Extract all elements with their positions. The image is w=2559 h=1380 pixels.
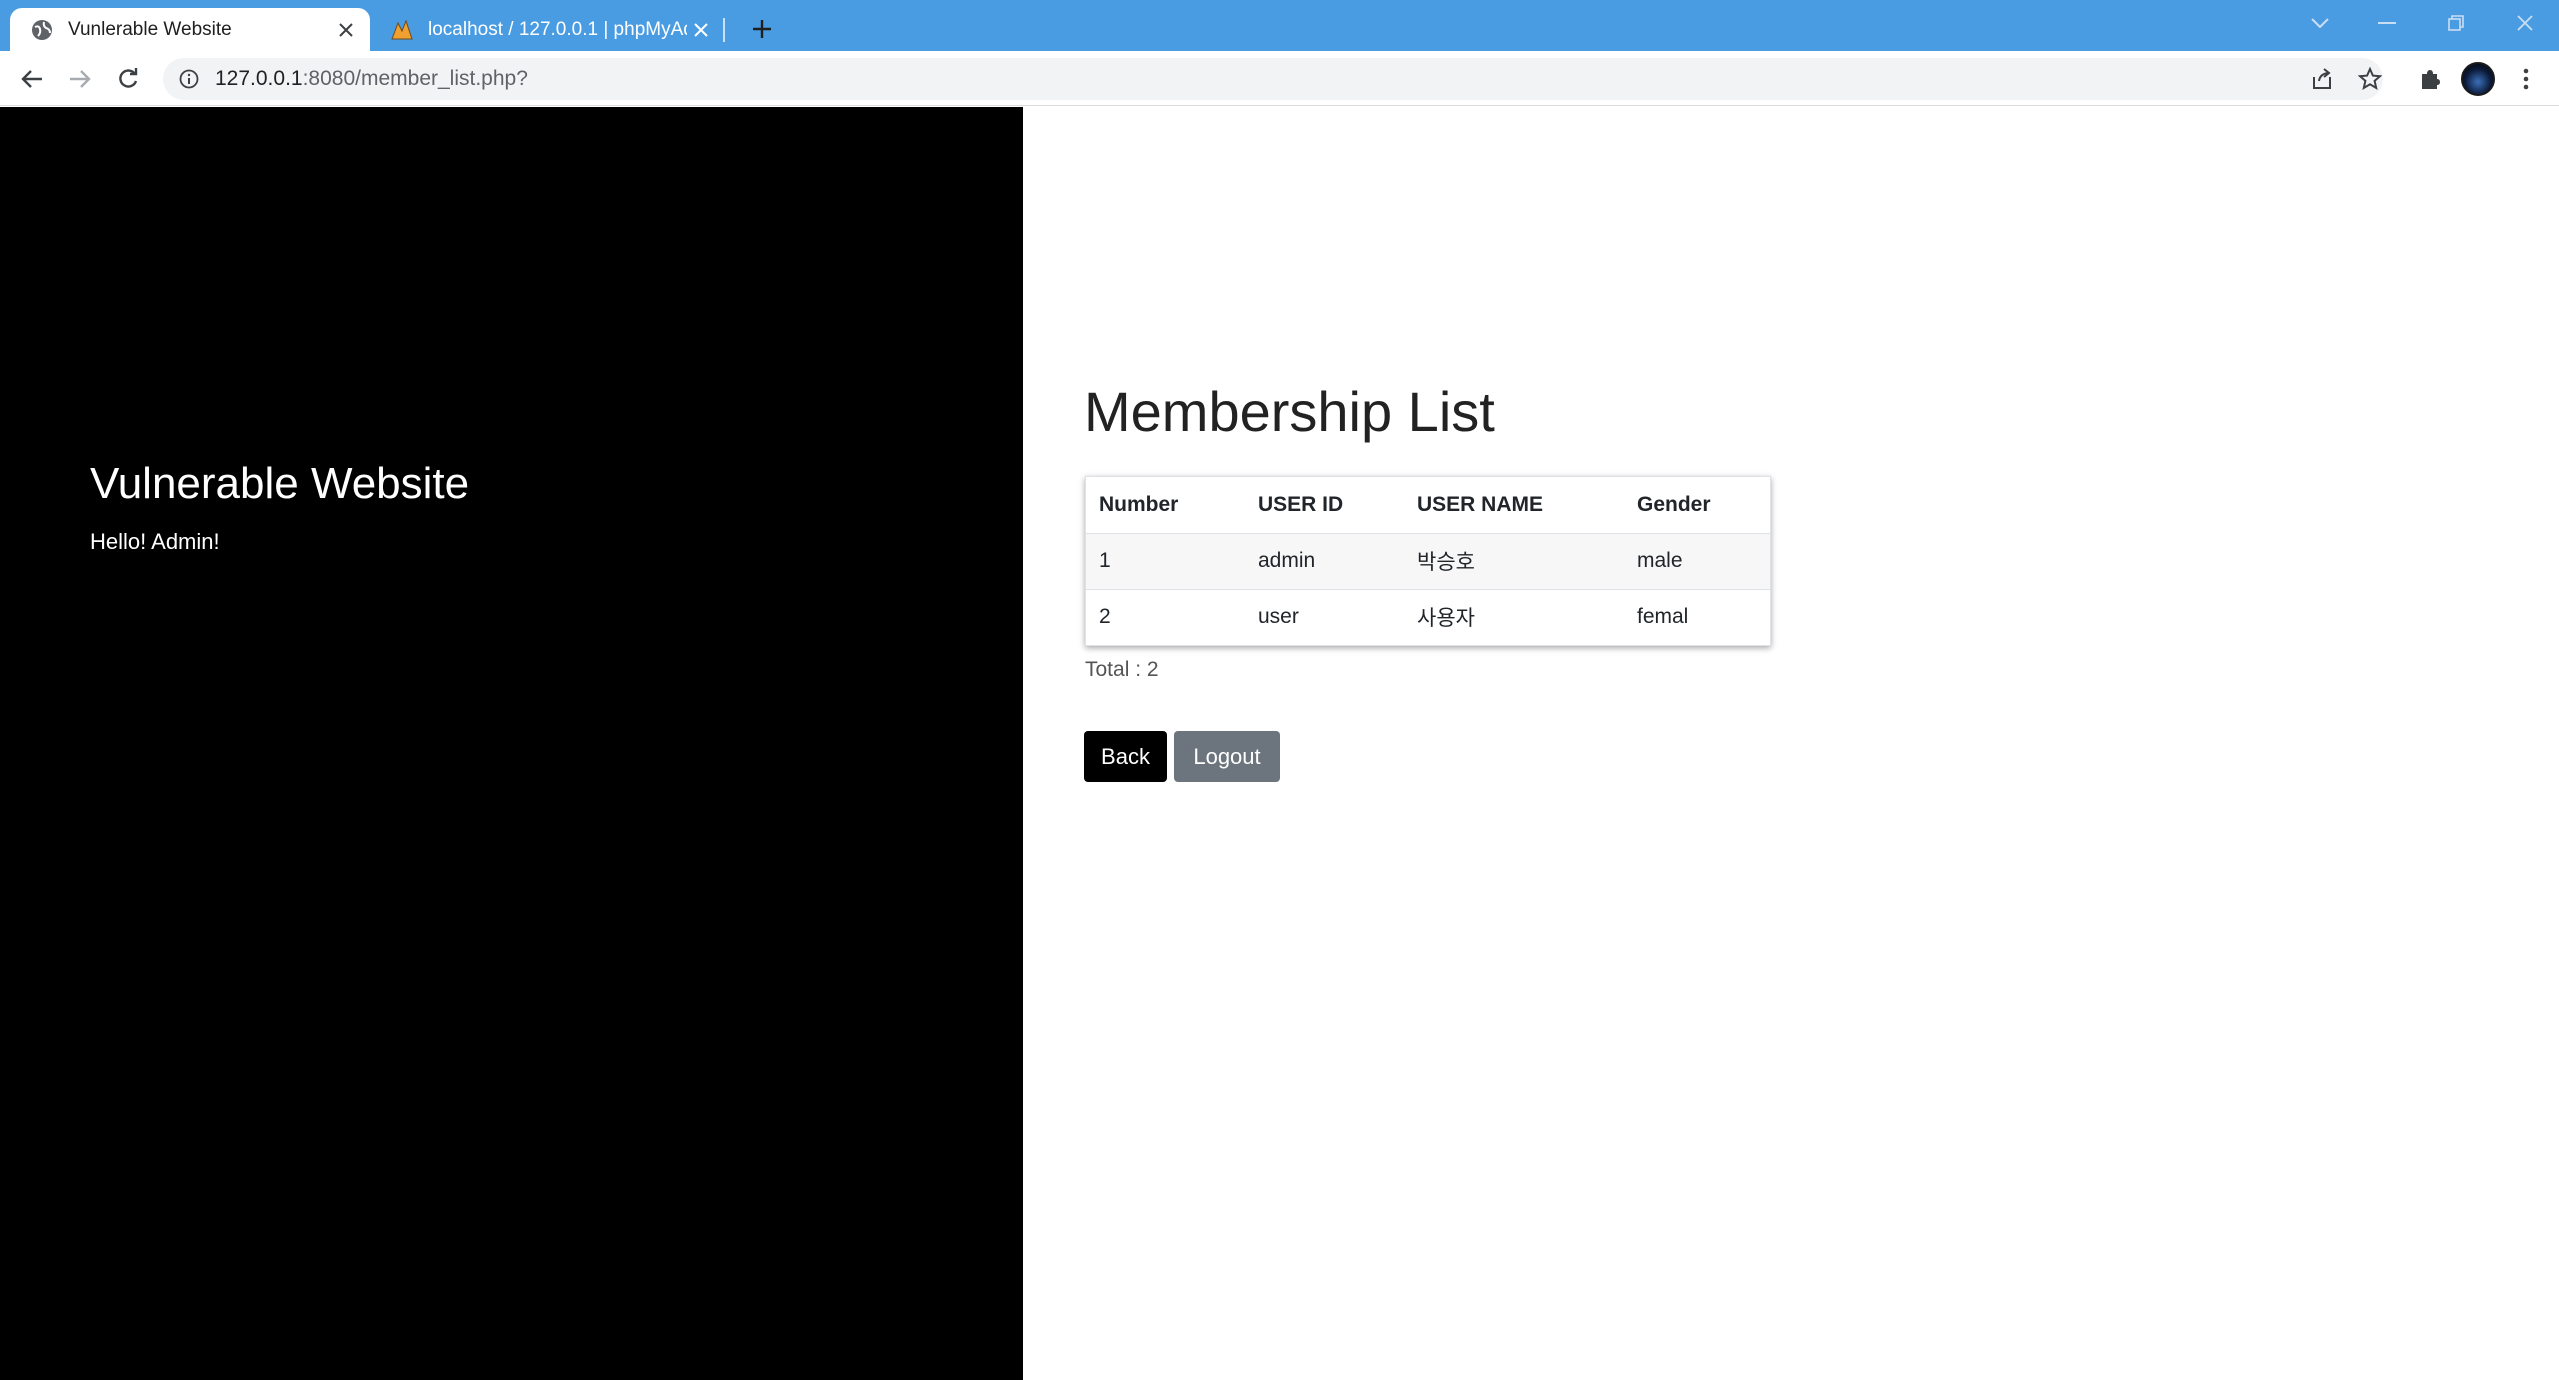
info-icon[interactable]	[177, 67, 201, 91]
cell-user-id: admin	[1245, 533, 1404, 590]
browser-toolbar: 127.0.0.1:8080/member_list.php?	[0, 51, 2559, 106]
tab-title: localhost / 127.0.0.1 | phpMyAdmin	[428, 18, 687, 40]
tab-search-chevron-icon[interactable]	[2300, 8, 2340, 38]
sidebar-panel: Vulnerable Website Hello! Admin!	[0, 107, 1023, 1380]
logout-button[interactable]: Logout	[1174, 731, 1280, 782]
cell-gender: male	[1624, 533, 1770, 590]
table-row: 1 admin 박승호 male	[1086, 533, 1770, 590]
cell-user-name: 사용자	[1417, 607, 1475, 631]
back-arrow-icon[interactable]	[14, 61, 50, 97]
close-tab-icon[interactable]	[687, 16, 715, 44]
extensions-puzzle-icon[interactable]	[2412, 61, 2448, 97]
tab-vulnerable-website[interactable]: Vunlerable Website	[10, 8, 370, 51]
total-count: Total : 2	[1085, 658, 1159, 681]
cell-number: 2	[1099, 605, 1111, 629]
close-window-icon[interactable]	[2505, 8, 2545, 38]
menu-kebab-icon[interactable]	[2508, 61, 2544, 97]
table-header-row: Number USER ID USER NAME Gender	[1086, 477, 1770, 534]
column-header-gender: Gender	[1624, 477, 1770, 534]
phpmyadmin-icon	[390, 18, 414, 42]
back-button[interactable]: Back	[1084, 731, 1167, 782]
tab-title: Vunlerable Website	[68, 18, 232, 40]
cell-user-id: user	[1258, 605, 1299, 629]
tab-separator	[723, 18, 725, 42]
membership-table: Number USER ID USER NAME Gender 1 admin …	[1085, 476, 1771, 646]
globe-icon	[30, 18, 54, 42]
address-bar[interactable]: 127.0.0.1:8080/member_list.php?	[163, 58, 2383, 100]
tab-phpmyadmin[interactable]: localhost / 127.0.0.1 | phpMyAdmin	[380, 8, 725, 51]
reload-icon[interactable]	[110, 61, 146, 97]
cell-gender: femal	[1637, 605, 1689, 629]
new-tab-icon[interactable]	[745, 12, 779, 46]
page-viewport: Vulnerable Website Hello! Admin! Members…	[0, 107, 2559, 1380]
column-header-user-name: USER NAME	[1404, 477, 1624, 534]
column-header-user-id: USER ID	[1245, 477, 1404, 534]
minimize-icon[interactable]	[2367, 8, 2407, 38]
greeting-text: Hello! Admin!	[90, 529, 220, 554]
cell-user-name: 박승호	[1404, 533, 1624, 590]
close-tab-icon[interactable]	[332, 16, 360, 44]
table-row: 2 user 사용자 femal	[1086, 589, 1770, 645]
avatar	[2461, 62, 2495, 96]
restore-icon[interactable]	[2436, 8, 2476, 38]
share-icon[interactable]	[2304, 61, 2340, 97]
url-text: 127.0.0.1:8080/member_list.php?	[215, 67, 528, 90]
bookmark-star-icon[interactable]	[2352, 61, 2388, 97]
forward-arrow-icon[interactable]	[62, 61, 98, 97]
column-header-number: Number	[1086, 477, 1245, 534]
page-title: Membership List	[1084, 380, 1495, 443]
cell-number: 1	[1086, 533, 1245, 590]
site-title: Vulnerable Website	[90, 459, 470, 508]
main-panel: Membership List Number USER ID USER NAME…	[1023, 107, 2559, 1380]
browser-tabstrip: Vunlerable Website localhost / 127.0.0.1…	[0, 0, 2559, 51]
profile-avatar[interactable]	[2460, 61, 2496, 97]
